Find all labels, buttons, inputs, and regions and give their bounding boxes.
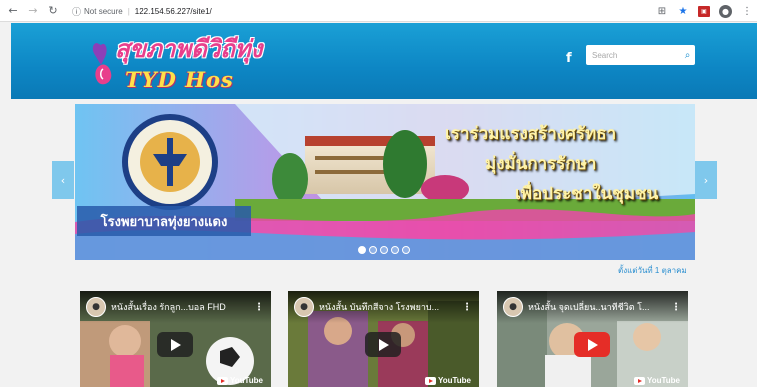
hospital-name-label: โรงพยาบาลทุ่งยางแดง: [77, 206, 251, 236]
security-label: Not secure: [84, 6, 123, 16]
logo-thai-text: สุขภาพดีวิถีทุ่ง: [115, 34, 263, 63]
browser-toolbar: ← → ↻ ⓘ Not secure | 122.154.56.227/site…: [0, 0, 757, 22]
slider-dot[interactable]: [402, 246, 410, 254]
info-icon[interactable]: ⓘ: [72, 5, 81, 18]
youtube-logo[interactable]: YouTube: [633, 376, 680, 385]
slider-prev-button[interactable]: ‹: [52, 161, 74, 199]
pdf-extension-icon[interactable]: ▣: [698, 5, 710, 17]
video-title-bar: ● หนังสั้นเรื่อง รักลูก...บอล FHD ⋮: [80, 291, 271, 323]
channel-avatar: ●: [503, 297, 523, 317]
play-button[interactable]: [574, 332, 610, 357]
slider-dot[interactable]: [369, 246, 377, 254]
video-title[interactable]: หนังสั้นเรื่อง รักลูก...บอล FHD: [111, 300, 251, 314]
slide-caption-line-2: มุ่งมั่นการรักษา: [485, 154, 597, 174]
video-card[interactable]: ● หนังสั้น บันทึกสีจาง โรงพยาบ... ⋮ YouT…: [288, 291, 479, 387]
video-title-bar: ● หนังสั้น บันทึกสีจาง โรงพยาบ... ⋮: [288, 291, 479, 323]
star-icon[interactable]: ★: [677, 6, 689, 17]
video-card[interactable]: ● หนังสั้นเรื่อง รักลูก...บอล FHD ⋮ YouT…: [80, 291, 271, 387]
back-icon[interactable]: ←: [6, 4, 20, 18]
youtube-logo[interactable]: YouTube: [216, 376, 263, 385]
search-box: ⌕: [586, 45, 695, 65]
video-title[interactable]: หนังสั้น จุดเปลี่ยน..นาทีชีวิต โ...: [528, 300, 668, 314]
slider-next-button[interactable]: ›: [695, 161, 717, 199]
slide-caption-line-3: เพื่อประชาในชุมชน: [515, 184, 659, 204]
video-card[interactable]: ● หนังสั้น จุดเปลี่ยน..นาทีชีวิต โ... ⋮ …: [497, 291, 688, 387]
hero-slider: ‹ เราร่วมแรงสร้างศรัทธา มุ่งมั่นการรักษา…: [11, 99, 757, 279]
youtube-logo[interactable]: YouTube: [424, 376, 471, 385]
more-options-icon[interactable]: ⋮: [254, 302, 264, 313]
translate-icon[interactable]: ⊞: [656, 6, 668, 17]
url-text: 122.154.56.227/site1/: [134, 6, 212, 16]
slider-dot[interactable]: [380, 246, 388, 254]
play-button[interactable]: [365, 332, 401, 357]
forward-icon[interactable]: →: [26, 4, 40, 18]
channel-avatar: ●: [294, 297, 314, 317]
video-title[interactable]: หนังสั้น บันทึกสีจาง โรงพยาบ...: [319, 300, 459, 314]
profile-icon[interactable]: ●: [719, 4, 732, 18]
slide-caption-line-1: เราร่วมแรงสร้างศรัทธา: [445, 124, 617, 144]
menu-icon[interactable]: ⋮: [741, 6, 753, 17]
address-separator: |: [127, 6, 130, 16]
video-section: ● หนังสั้นเรื่อง รักลูก...บอล FHD ⋮ YouT…: [0, 289, 757, 387]
video-title-bar: ● หนังสั้น จุดเปลี่ยน..นาทีชีวิต โ... ⋮: [497, 291, 688, 323]
address-bar[interactable]: ⓘ Not secure | 122.154.56.227/site1/: [72, 3, 512, 19]
more-options-icon[interactable]: ⋮: [671, 302, 681, 313]
slide-image: เราร่วมแรงสร้างศรัทธา มุ่งมั่นการรักษา เ…: [75, 104, 695, 260]
slider-dots: [358, 246, 410, 254]
slider-dot[interactable]: [358, 246, 366, 254]
channel-avatar: ●: [86, 297, 106, 317]
site-logo[interactable]: สุขภาพดีวิถีทุ่ง TYD Hos: [91, 27, 262, 97]
search-input[interactable]: [592, 46, 680, 64]
search-icon[interactable]: ⌕: [680, 47, 695, 63]
facebook-icon[interactable]: f: [566, 51, 572, 66]
established-date-text: ตั้งแต่วันที่ 1 ตุลาคม: [618, 266, 687, 275]
more-options-icon[interactable]: ⋮: [462, 302, 472, 313]
site-header: สุขภาพดีวิถีทุ่ง TYD Hos f ⌕: [11, 23, 757, 99]
reload-icon[interactable]: ↻: [46, 4, 60, 18]
logo-english-text: TYD Hos: [125, 67, 234, 92]
slider-dot[interactable]: [391, 246, 399, 254]
heart-logo-icon: [92, 43, 112, 85]
play-button[interactable]: [157, 332, 193, 357]
